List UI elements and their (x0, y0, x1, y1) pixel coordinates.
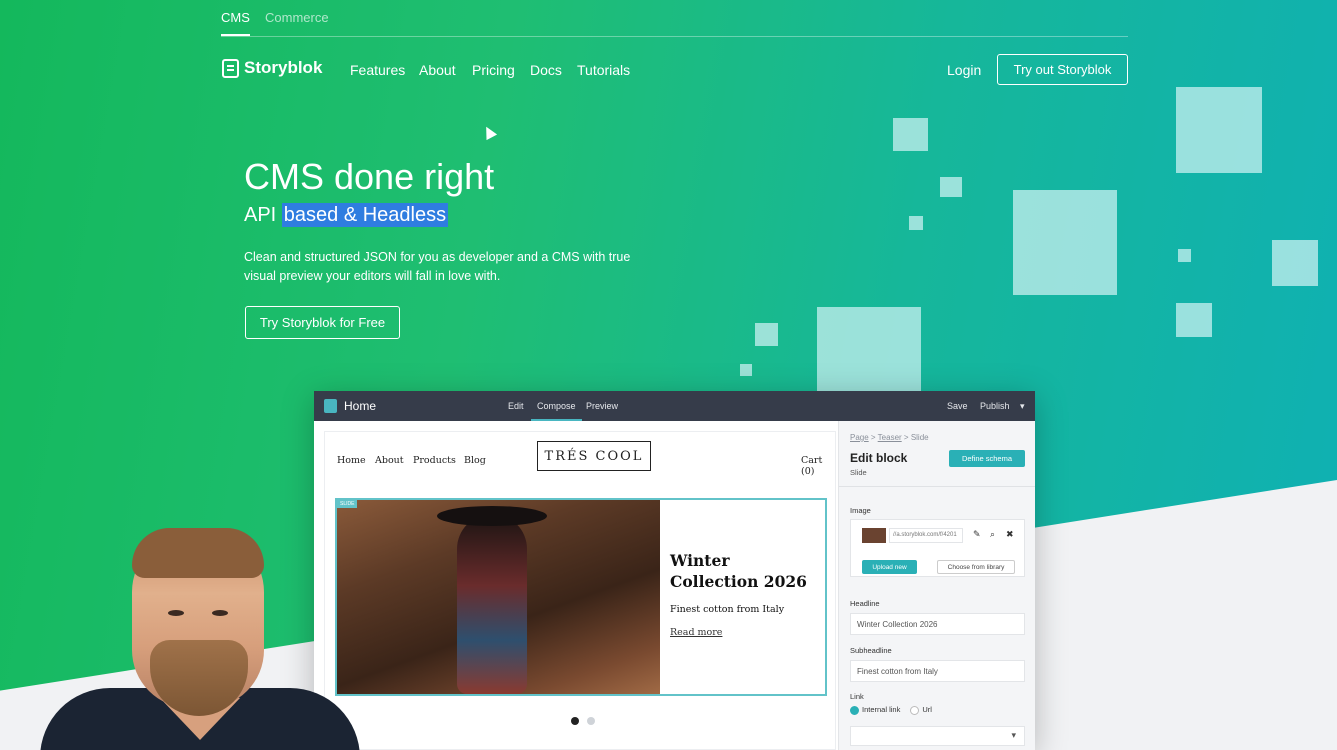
editor-toolbar: Home Edit Compose Preview Save Publish ▾ (314, 391, 1035, 421)
edit-block-panel: Page > Teaser > Slide Edit block Slide D… (838, 421, 1035, 750)
nav-docs[interactable]: Docs (530, 62, 562, 78)
publish-button[interactable]: Publish (980, 401, 1010, 411)
hero-title: CMS done right (244, 156, 495, 197)
decor-square (1176, 303, 1212, 337)
preview-nav-about[interactable]: About (375, 455, 404, 466)
crumb-teaser[interactable]: Teaser (878, 433, 902, 442)
hero-subtitle-selected: based & Headless (281, 203, 449, 227)
top-tabs: CMS Commerce (221, 10, 1128, 37)
crumb-slide: Slide (910, 433, 929, 442)
upload-new-button[interactable]: Upload new (862, 560, 917, 574)
decor-square (1272, 240, 1318, 286)
radio-url-label: Url (922, 705, 932, 714)
search-icon[interactable]: ⌕ (990, 529, 995, 540)
try-free-button[interactable]: Try Storyblok for Free (245, 306, 400, 339)
nav-tutorials[interactable]: Tutorials (577, 62, 630, 78)
storyblok-logo[interactable]: Storyblok (222, 58, 322, 78)
breadcrumb: Page > Teaser > Slide (850, 433, 929, 442)
decor-square (740, 364, 752, 376)
mode-preview[interactable]: Preview (586, 401, 618, 411)
nav-pricing[interactable]: Pricing (472, 62, 515, 78)
subheadline-input[interactable]: Finest cotton from Italy (850, 660, 1025, 682)
radio-unchecked-icon (910, 705, 920, 715)
image-field: //a.storyblok.com/f/4201 ✎ ⌕ ✖ Upload ne… (850, 519, 1025, 577)
presenter-hair (132, 528, 264, 578)
login-link[interactable]: Login (947, 62, 981, 78)
slide-tag: SLIDE (337, 500, 358, 508)
nav-features[interactable]: Features (350, 62, 405, 78)
preview-nav-home[interactable]: Home (337, 455, 366, 466)
headline-input[interactable]: Winter Collection 2026 (850, 613, 1025, 635)
presenter-eye (168, 610, 184, 616)
subheadline-label: Subheadline (850, 646, 892, 655)
slide-dot[interactable] (587, 717, 595, 725)
presenter-webcam (40, 528, 360, 750)
crumb-page[interactable]: Page (850, 433, 869, 442)
decor-square (755, 323, 778, 346)
panel-title: Edit block (850, 451, 908, 465)
mouse-cursor-icon (480, 123, 498, 141)
site-preview: Home About Products Blog TRÉS COOL Cart … (324, 431, 836, 750)
slide-content: Winter Collection 2026 Finest cotton fro… (670, 550, 820, 638)
headline-label: Headline (850, 599, 880, 608)
decor-square (940, 177, 962, 197)
slide-title: Winter Collection 2026 (670, 551, 807, 591)
link-select[interactable] (850, 726, 1025, 746)
radio-checked-icon (850, 705, 859, 715)
tab-commerce[interactable]: Commerce (265, 10, 329, 25)
slide-text: Finest cotton from Italy (670, 604, 785, 615)
storyblok-app-icon (324, 399, 337, 413)
presenter-eye (212, 610, 228, 616)
slide-dot-active[interactable] (571, 717, 579, 725)
decor-square (1178, 249, 1191, 262)
radio-internal-link[interactable]: Internal link (850, 705, 900, 715)
editor-home[interactable]: Home (344, 399, 376, 413)
panel-divider (839, 486, 1035, 487)
close-icon[interactable]: ✖ (1006, 529, 1014, 540)
read-more-link[interactable]: Read more (670, 627, 820, 638)
editor-screenshot: Home Edit Compose Preview Save Publish ▾… (314, 391, 1035, 750)
panel-subtitle: Slide (850, 468, 867, 477)
preview-slide[interactable]: SLIDE Winter Collection 2026 Finest cott… (335, 498, 827, 696)
preview-cart[interactable]: Cart (0) (801, 455, 835, 477)
preview-nav-products[interactable]: Products (413, 455, 456, 466)
hero-description: Clean and structured JSON for you as dev… (244, 250, 631, 283)
preview-brand-logo: TRÉS COOL (537, 441, 651, 471)
save-button[interactable]: Save (947, 401, 968, 411)
link-type-radios: Internal link Url (850, 705, 932, 715)
choose-library-button[interactable]: Choose from library (937, 560, 1015, 574)
decor-square (893, 118, 928, 151)
image-url-input[interactable]: //a.storyblok.com/f/4201 (889, 528, 963, 543)
hero-subtitle: API based & Headless (244, 203, 449, 227)
mode-edit[interactable]: Edit (508, 401, 524, 411)
mode-compose[interactable]: Compose (531, 401, 581, 421)
slide-photo (337, 500, 660, 694)
radio-url[interactable]: Url (910, 705, 932, 715)
decor-square (909, 216, 923, 230)
image-thumbnail (862, 528, 886, 543)
brand-name: Storyblok (244, 58, 323, 77)
try-out-button[interactable]: Try out Storyblok (997, 54, 1128, 85)
edit-icon[interactable]: ✎ (973, 529, 981, 540)
decor-square (1176, 87, 1262, 173)
radio-internal-link-label: Internal link (862, 705, 901, 714)
decor-square (1013, 190, 1117, 295)
tab-cms[interactable]: CMS (221, 10, 250, 36)
slide-dots (571, 717, 595, 725)
preview-nav-blog[interactable]: Blog (464, 455, 486, 466)
storyblok-logo-icon (222, 58, 239, 78)
chevron-down-icon[interactable]: ▾ (1020, 401, 1025, 412)
nav-about[interactable]: About (419, 62, 456, 78)
hero-subtitle-prefix: API (244, 204, 282, 226)
link-label: Link (850, 692, 864, 701)
image-label: Image (850, 506, 871, 515)
define-schema-button[interactable]: Define schema (949, 450, 1025, 467)
